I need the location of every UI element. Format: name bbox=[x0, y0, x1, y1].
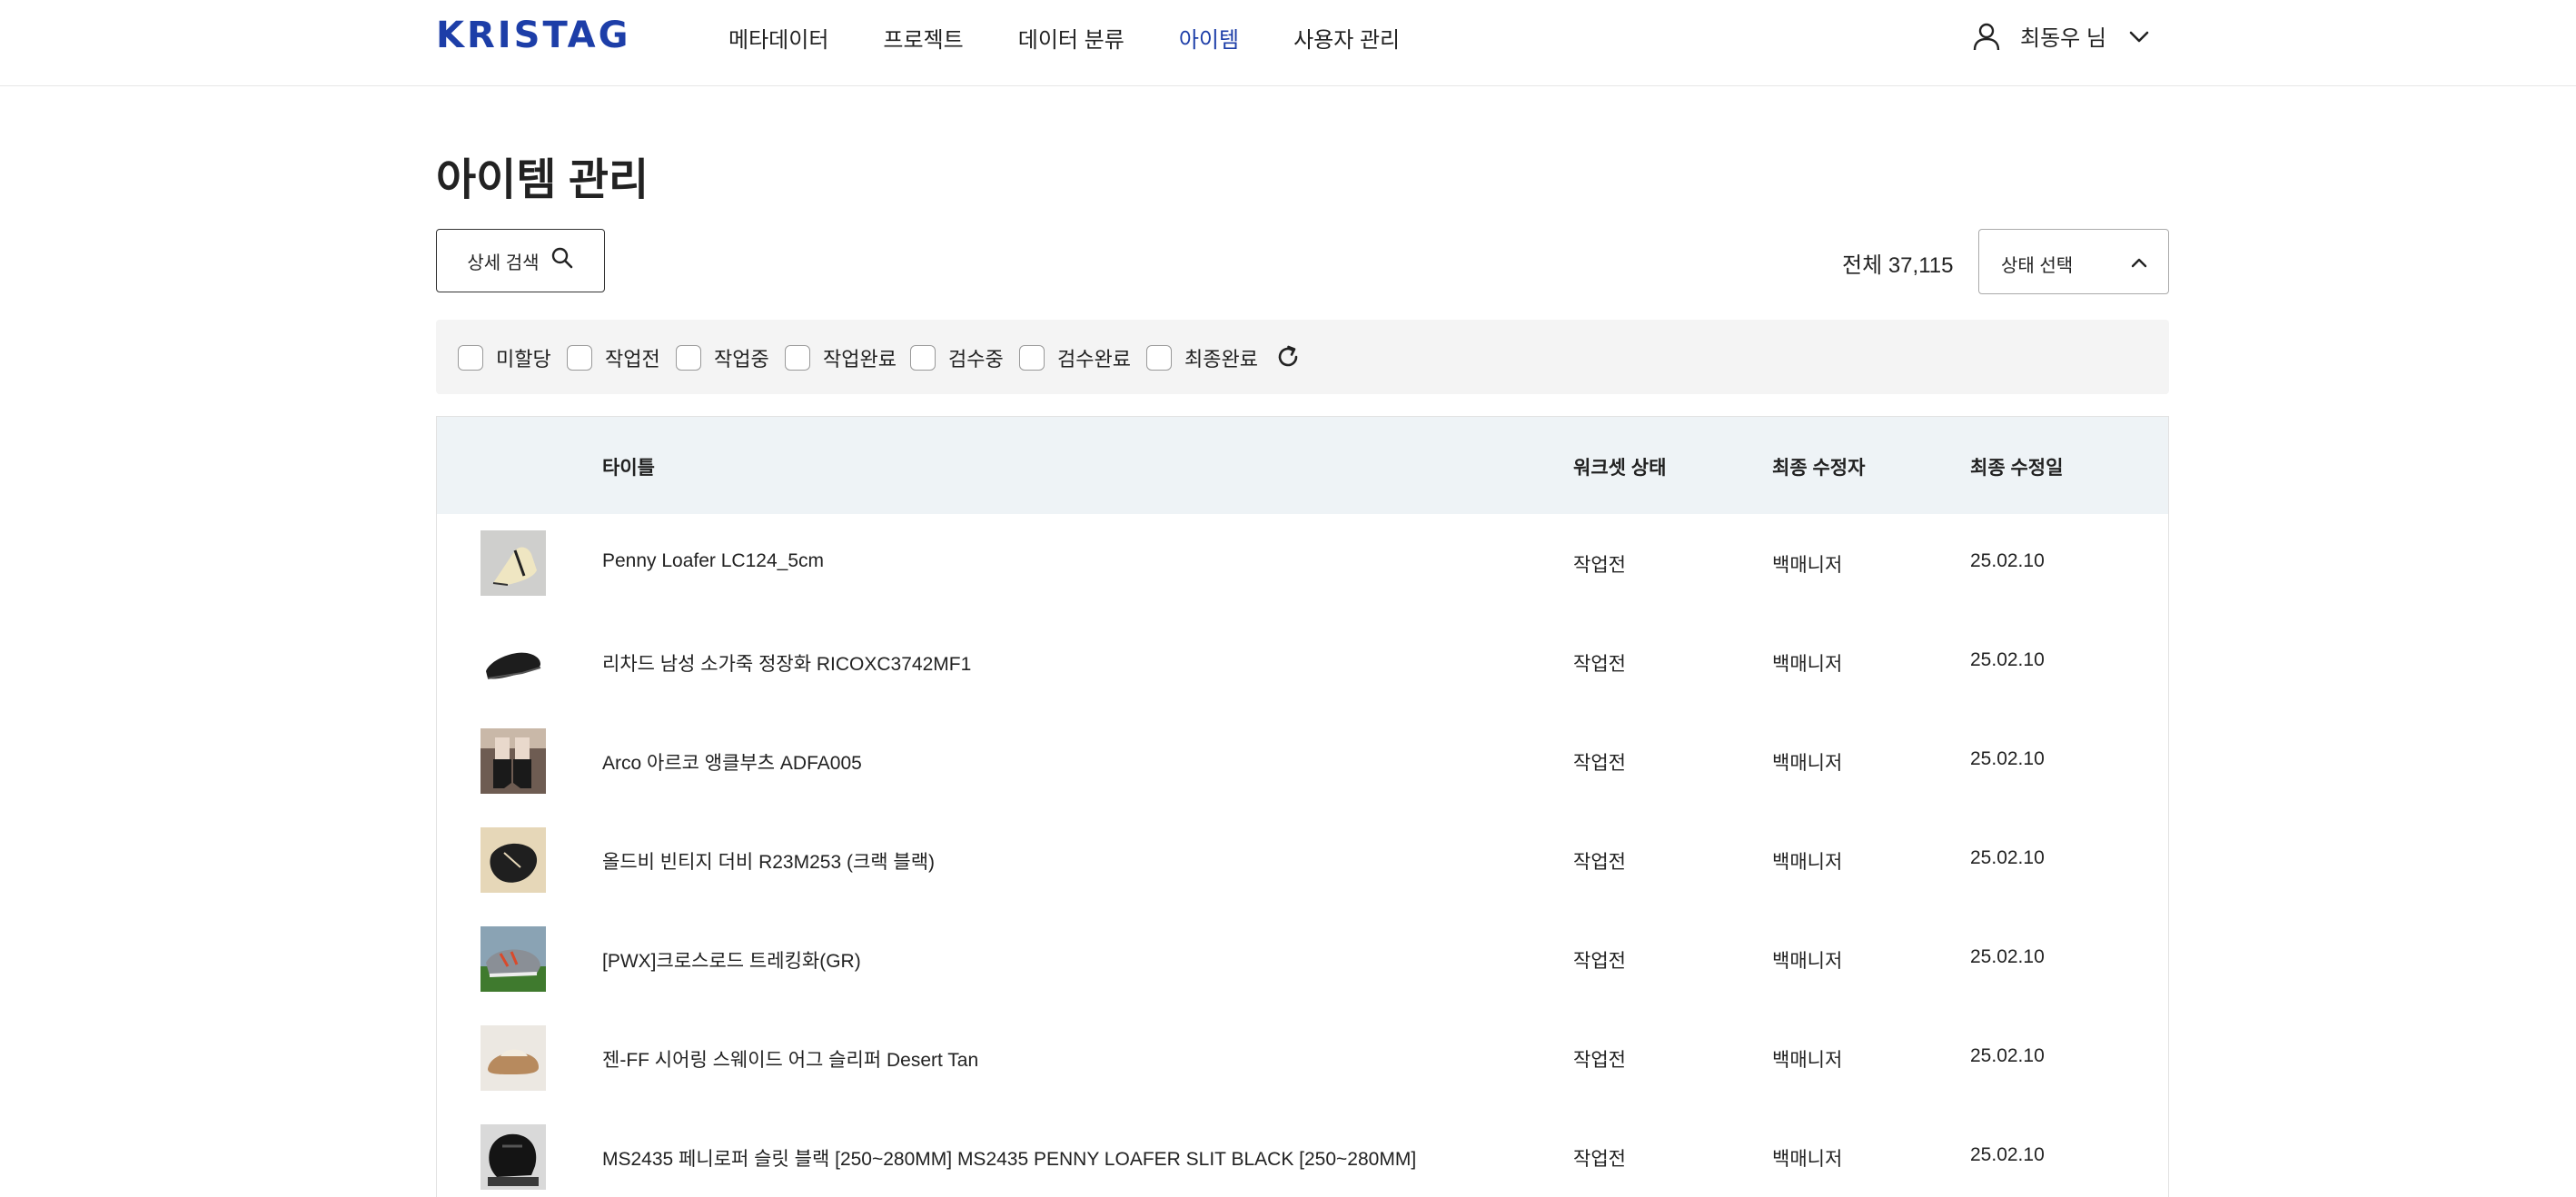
user-name: 최동우 님 bbox=[2020, 26, 2106, 51]
advanced-search-button[interactable]: 상세 검색 bbox=[436, 229, 605, 292]
last-modified-date: 25.02.10 bbox=[1970, 946, 2045, 967]
last-modifier: 백매니저 bbox=[1772, 852, 1843, 873]
nav-item-items[interactable]: 아이템 bbox=[1179, 22, 1239, 54]
thumbnail-image bbox=[481, 530, 546, 596]
thumbnail-image bbox=[481, 629, 546, 695]
table-row[interactable]: 리차드 남성 소가죽 정장화 RICOXC3742MF1 작업전 백매니저 25… bbox=[437, 613, 2168, 713]
workset-status: 작업전 bbox=[1573, 555, 1626, 576]
item-title: [PWX]크로스로드 트레킹화(GR) bbox=[602, 951, 861, 972]
workset-status: 작업전 bbox=[1573, 951, 1626, 972]
workset-status: 작업전 bbox=[1573, 654, 1626, 675]
item-title: 올드비 빈티지 더비 R23M253 (크랙 블랙) bbox=[602, 852, 936, 873]
item-title: Arco 아르코 앵클부츠 ADFA005 bbox=[602, 753, 862, 774]
filter-checkbox[interactable] bbox=[676, 345, 701, 371]
items-table: 타이틀 워크셋 상태 최종 수정자 최종 수정일 Penny Loafer LC… bbox=[436, 416, 2169, 1197]
last-modified-date: 25.02.10 bbox=[1970, 550, 2045, 571]
item-title: MS2435 페니로퍼 슬릿 블랙 [250~280MM] MS2435 PEN… bbox=[602, 1149, 1417, 1170]
user-menu[interactable]: 최동우 님 bbox=[1971, 20, 2150, 52]
last-modifier: 백매니저 bbox=[1772, 1149, 1843, 1170]
last-modified-date: 25.02.10 bbox=[1970, 649, 2045, 670]
main-nav: 메타데이터 프로젝트 데이터 분류 아이템 사용자 관리 bbox=[728, 22, 1454, 54]
last-modified-date: 25.02.10 bbox=[1970, 1144, 2045, 1165]
page-title: 아이템 관리 bbox=[436, 156, 649, 204]
filter-label: 작업중 bbox=[714, 348, 769, 371]
status-select-label: 상태 선택 bbox=[2001, 256, 2074, 276]
workset-status: 작업전 bbox=[1573, 1050, 1626, 1071]
status-filter-bar: 미할당 작업전 작업중 작업완료 검수중 검수완료 최종완료 bbox=[436, 320, 2169, 394]
thumbnail-image bbox=[481, 728, 546, 794]
item-title: 젠-FF 시어링 스웨이드 어그 슬리퍼 Desert Tan bbox=[602, 1050, 979, 1071]
column-header-title[interactable]: 타이틀 bbox=[602, 453, 655, 480]
filter-unassigned[interactable]: 미할당 bbox=[458, 343, 551, 372]
last-modifier: 백매니저 bbox=[1772, 951, 1843, 972]
filter-label: 검수완료 bbox=[1057, 348, 1131, 371]
last-modified-date: 25.02.10 bbox=[1970, 847, 2045, 868]
filter-label: 최종완료 bbox=[1184, 348, 1258, 371]
workset-status: 작업전 bbox=[1573, 1149, 1626, 1170]
last-modifier: 백매니저 bbox=[1772, 555, 1843, 576]
thumbnail-image bbox=[481, 827, 546, 893]
filter-checkbox[interactable] bbox=[785, 345, 810, 371]
column-header-workset-status[interactable]: 워크셋 상태 bbox=[1573, 453, 1666, 480]
table-row[interactable]: Arco 아르코 앵클부츠 ADFA005 작업전 백매니저 25.02.10 bbox=[437, 712, 2168, 812]
table-header: 타이틀 워크셋 상태 최종 수정자 최종 수정일 bbox=[437, 417, 2168, 515]
total-count: 전체 37,115 bbox=[1842, 253, 1954, 278]
status-select[interactable]: 상태 선택 bbox=[1978, 229, 2169, 294]
filter-in-review[interactable]: 검수중 bbox=[910, 343, 1004, 372]
filter-work-done[interactable]: 작업완료 bbox=[785, 343, 897, 372]
last-modifier: 백매니저 bbox=[1772, 1050, 1843, 1071]
thumbnail-image bbox=[481, 1124, 546, 1190]
filter-label: 미할당 bbox=[496, 348, 551, 371]
table-row[interactable]: Penny Loafer LC124_5cm 작업전 백매니저 25.02.10 bbox=[437, 514, 2168, 614]
workset-status: 작업전 bbox=[1573, 852, 1626, 873]
table-row[interactable]: 젠-FF 시어링 스웨이드 어그 슬리퍼 Desert Tan 작업전 백매니저… bbox=[437, 1009, 2168, 1109]
last-modified-date: 25.02.10 bbox=[1970, 1045, 2045, 1066]
thumbnail-image bbox=[481, 1025, 546, 1091]
chevron-down-icon[interactable] bbox=[2128, 25, 2150, 47]
column-header-last-modifier[interactable]: 최종 수정자 bbox=[1772, 453, 1865, 480]
item-title: Penny Loafer LC124_5cm bbox=[602, 550, 824, 571]
table-row[interactable]: 올드비 빈티지 더비 R23M253 (크랙 블랙) 작업전 백매니저 25.0… bbox=[437, 811, 2168, 911]
chevron-up-icon bbox=[2130, 253, 2148, 276]
filter-in-progress[interactable]: 작업중 bbox=[676, 343, 769, 372]
table-row[interactable]: [PWX]크로스로드 트레킹화(GR) 작업전 백매니저 25.02.10 bbox=[437, 910, 2168, 1010]
nav-item-project[interactable]: 프로젝트 bbox=[883, 22, 963, 54]
user-icon bbox=[1971, 21, 2002, 52]
last-modified-date: 25.02.10 bbox=[1970, 748, 2045, 769]
table-row[interactable]: MS2435 페니로퍼 슬릿 블랙 [250~280MM] MS2435 PEN… bbox=[437, 1108, 2168, 1197]
filter-label: 작업전 bbox=[605, 348, 660, 371]
refresh-icon[interactable] bbox=[1273, 342, 1303, 376]
column-header-last-modified[interactable]: 최종 수정일 bbox=[1970, 453, 2063, 480]
last-modifier: 백매니저 bbox=[1772, 654, 1843, 675]
filter-checkbox[interactable] bbox=[567, 345, 592, 371]
search-icon bbox=[550, 246, 574, 275]
filter-label: 작업완료 bbox=[823, 348, 897, 371]
filter-label: 검수중 bbox=[948, 348, 1004, 371]
thumbnail-image bbox=[481, 926, 546, 992]
search-button-label: 상세 검색 bbox=[467, 252, 540, 273]
top-navigation-bar: KRISTAG 메타데이터 프로젝트 데이터 분류 아이템 사용자 관리 최동우… bbox=[0, 0, 2576, 86]
filter-checkbox[interactable] bbox=[1146, 345, 1172, 371]
nav-item-data-classification[interactable]: 데이터 분류 bbox=[1018, 22, 1125, 54]
filter-review-done[interactable]: 검수완료 bbox=[1019, 343, 1131, 372]
filter-before-work[interactable]: 작업전 bbox=[567, 343, 660, 372]
filter-checkbox[interactable] bbox=[1019, 345, 1045, 371]
filter-final-done[interactable]: 최종완료 bbox=[1146, 343, 1258, 372]
workset-status: 작업전 bbox=[1573, 753, 1626, 774]
nav-item-metadata[interactable]: 메타데이터 bbox=[728, 22, 828, 54]
filter-checkbox[interactable] bbox=[458, 345, 483, 371]
logo[interactable]: KRISTAG bbox=[436, 15, 630, 56]
filter-checkbox[interactable] bbox=[910, 345, 936, 371]
item-title: 리차드 남성 소가죽 정장화 RICOXC3742MF1 bbox=[602, 654, 972, 675]
last-modifier: 백매니저 bbox=[1772, 753, 1843, 774]
nav-item-user-management[interactable]: 사용자 관리 bbox=[1293, 22, 1400, 54]
